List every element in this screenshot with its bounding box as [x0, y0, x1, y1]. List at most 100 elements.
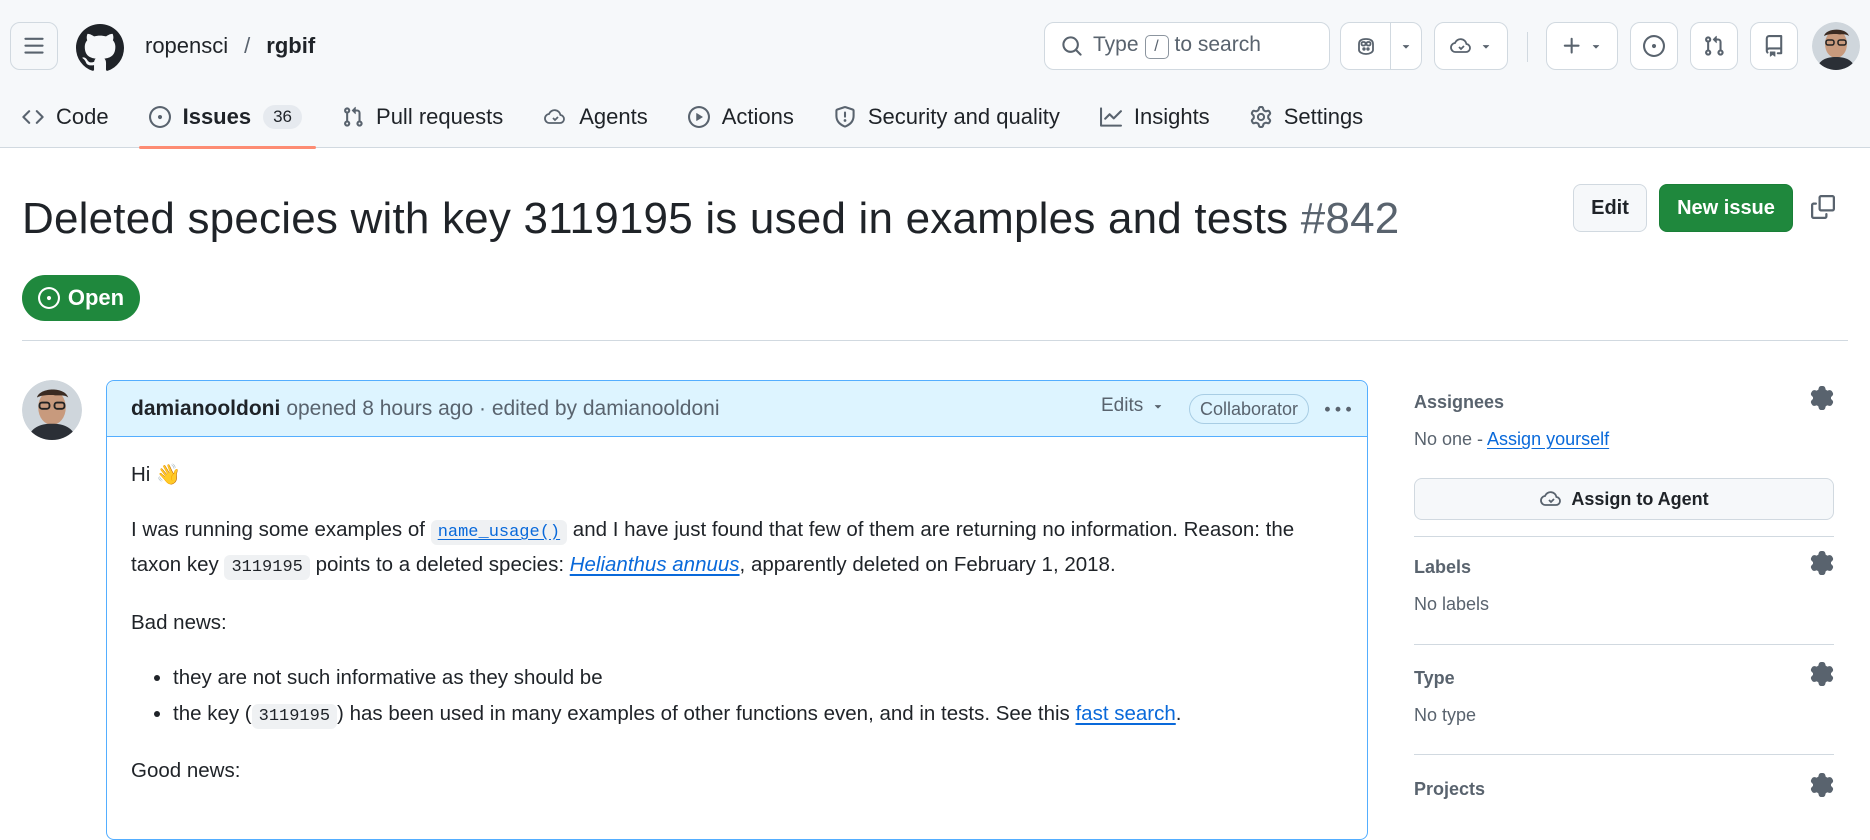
- li2-text-a: the key (: [173, 702, 252, 725]
- copilot-split-button: [1340, 22, 1422, 70]
- graph-icon: [1099, 107, 1122, 127]
- assignees-value: No one - Assign yourself: [1414, 429, 1834, 450]
- header-divider: [1527, 32, 1528, 62]
- comment-body: Hi 👋 I was running some examples of name…: [107, 437, 1367, 832]
- assign-to-agent-label: Assign to Agent: [1571, 488, 1709, 509]
- assign-yourself-link[interactable]: Assign yourself: [1487, 429, 1609, 449]
- triangle-down-icon: [1402, 45, 1410, 49]
- open-menu-button[interactable]: [10, 22, 58, 70]
- type-gear-icon[interactable]: [1810, 662, 1834, 686]
- copilot-icon: [1357, 38, 1374, 55]
- git-pull-request-icon: [1705, 35, 1724, 56]
- labels-heading: Labels: [1414, 557, 1472, 577]
- repo-icon: [1765, 35, 1783, 57]
- comment-meta: opened 8 hours ago · edited by damianool…: [286, 396, 720, 420]
- tab-insights-label: Insights: [1133, 104, 1210, 129]
- taxon-key-code: 3119195: [224, 555, 310, 580]
- sidebar-divider: [1414, 644, 1834, 645]
- triangle-down-icon: [1482, 45, 1490, 49]
- name-usage-code-link[interactable]: name_usage(): [430, 520, 568, 545]
- search-placeholder-post: to search: [1174, 33, 1261, 56]
- copilot-dropdown-button[interactable]: [1391, 23, 1421, 69]
- agent-cloud-icon: [1540, 491, 1562, 506]
- type-value: No type: [1414, 705, 1477, 725]
- sidebar-projects: Projects: [1414, 773, 1834, 800]
- key-code: 3119195: [251, 704, 338, 729]
- your-repositories-button[interactable]: [1750, 22, 1798, 70]
- edits-dropdown[interactable]: Edits: [1101, 395, 1165, 417]
- projects-heading: Projects: [1414, 779, 1486, 799]
- tab-actions[interactable]: Actions: [666, 86, 812, 148]
- tab-pull-requests[interactable]: Pull requests: [320, 86, 521, 148]
- copilot-button[interactable]: [1341, 23, 1391, 69]
- comment-author[interactable]: damianooldoni: [131, 397, 280, 421]
- tab-settings-label: Settings: [1283, 104, 1364, 129]
- issues-count-badge: 36: [263, 105, 303, 129]
- breadcrumb-repo[interactable]: rgbif: [266, 33, 315, 59]
- bad-news-heading: Bad news:: [131, 611, 227, 634]
- user-avatar[interactable]: [1812, 22, 1860, 70]
- play-icon: [687, 106, 710, 128]
- assignees-gear-icon[interactable]: [1810, 386, 1834, 410]
- labels-value: No labels: [1414, 594, 1490, 614]
- tab-issues-label: Issues: [182, 104, 252, 129]
- issue-comment: damianooldoni opened 8 hours ago · edite…: [106, 380, 1368, 840]
- your-pull-requests-button[interactable]: [1690, 22, 1738, 70]
- tab-code-label: Code: [56, 104, 109, 129]
- no-assignees-text: No one -: [1414, 429, 1488, 449]
- tab-security[interactable]: Security and quality: [812, 86, 1078, 148]
- search-placeholder-pre: Type: [1093, 33, 1139, 56]
- new-issue-button[interactable]: New issue: [1659, 184, 1793, 232]
- assign-to-agent-button[interactable]: Assign to Agent: [1414, 478, 1834, 520]
- your-issues-button[interactable]: [1630, 22, 1678, 70]
- comment-header: damianooldoni opened 8 hours ago · edite…: [107, 381, 1367, 437]
- github-logo-icon[interactable]: [76, 24, 124, 72]
- tab-issues[interactable]: Issues 36: [127, 86, 320, 149]
- author-avatar[interactable]: [22, 380, 82, 440]
- kebab-horizontal-icon[interactable]: [1325, 397, 1351, 423]
- triangle-down-icon: [1592, 45, 1600, 49]
- tab-actions-label: Actions: [721, 104, 794, 129]
- plus-icon: [1563, 37, 1580, 54]
- sidebar-divider: [1414, 754, 1834, 755]
- issue-opened-icon: [148, 106, 171, 128]
- copy-icon[interactable]: [1811, 195, 1835, 219]
- labels-gear-icon[interactable]: [1810, 551, 1834, 575]
- fast-search-link[interactable]: fast search: [1075, 702, 1175, 725]
- status-badge: Open: [22, 275, 140, 321]
- sidebar-labels: Labels No labels: [1414, 551, 1834, 615]
- gear-icon: [1250, 106, 1271, 128]
- assignees-heading: Assignees: [1414, 392, 1505, 412]
- tab-code[interactable]: Code: [0, 86, 127, 148]
- edit-button[interactable]: Edit: [1573, 184, 1647, 232]
- p1-text-c: points to a deleted species:: [309, 553, 570, 576]
- git-pull-request-icon: [344, 106, 363, 127]
- breadcrumb-separator: /: [244, 33, 251, 58]
- edits-label: Edits: [1101, 395, 1144, 416]
- projects-gear-icon[interactable]: [1810, 773, 1834, 797]
- tab-agents[interactable]: Agents: [521, 86, 666, 148]
- agents-menu-button[interactable]: [1434, 22, 1508, 70]
- greeting: Hi 👋: [131, 459, 1343, 491]
- search-input[interactable]: Type / to search: [1044, 22, 1330, 70]
- hamburger-icon: [24, 37, 44, 54]
- list-item: the key (3119195) has been used in many …: [173, 698, 1343, 733]
- create-new-button[interactable]: [1546, 22, 1618, 70]
- p1-text-d: , apparently deleted on February 1, 2018…: [739, 553, 1116, 576]
- tab-pull-requests-label: Pull requests: [376, 104, 504, 129]
- title-divider: [22, 340, 1848, 341]
- helianthus-link[interactable]: Helianthus annuus: [570, 553, 740, 576]
- issue-title: Deleted species with key 3119195 is used…: [22, 194, 1399, 244]
- tab-insights[interactable]: Insights: [1078, 86, 1228, 148]
- li2-text-c: .: [1175, 702, 1182, 725]
- shield-icon: [835, 106, 855, 128]
- issue-opened-icon: [37, 287, 60, 309]
- breadcrumb-owner[interactable]: ropensci: [145, 33, 228, 59]
- tab-agents-label: Agents: [579, 104, 648, 129]
- list-item: they are not such informative as they sh…: [173, 662, 1343, 694]
- wave-emoji: 👋: [156, 464, 181, 486]
- agent-cloud-icon: [544, 109, 566, 124]
- status-badge-label: Open: [67, 285, 125, 310]
- tab-settings[interactable]: Settings: [1228, 86, 1382, 148]
- breadcrumb: ropensci / rgbif: [145, 33, 315, 59]
